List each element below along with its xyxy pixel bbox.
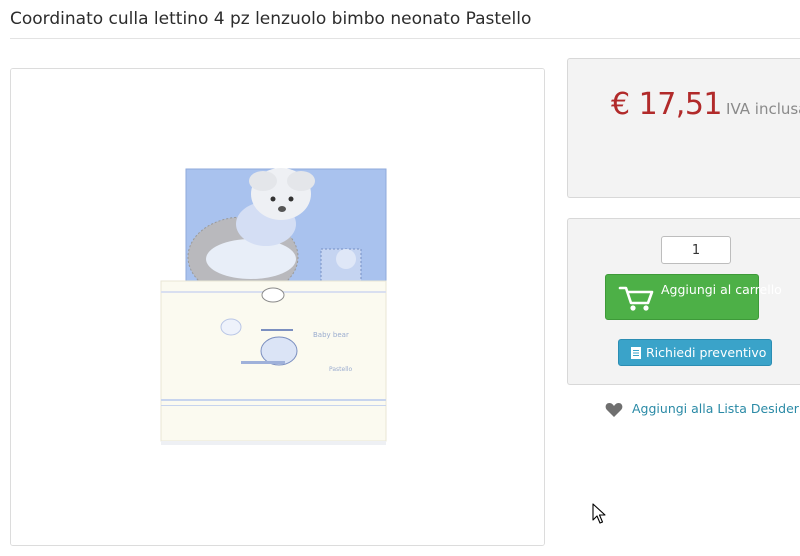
add-to-cart-label: Aggiungi al carrello xyxy=(661,282,782,297)
document-icon xyxy=(631,347,641,359)
svg-text:Pastello: Pastello xyxy=(329,366,353,373)
request-quote-label: Richiedi preventivo xyxy=(646,345,767,360)
add-to-cart-button[interactable]: Aggiungi al carrello xyxy=(605,274,782,320)
price-display: € 17,51 IVA inclusa xyxy=(611,87,800,122)
svg-text:Baby bear: Baby bear xyxy=(313,331,349,339)
product-title: Coordinato culla lettino 4 pz lenzuolo b… xyxy=(10,9,532,29)
cart-icon xyxy=(618,286,654,311)
title-divider xyxy=(10,38,800,39)
mouse-cursor-icon xyxy=(592,503,606,524)
vat-note: IVA inclusa xyxy=(726,100,800,118)
price-amount: € 17,51 xyxy=(611,87,723,122)
cart-panel: Aggiungi al carrello Richiedi preventivo xyxy=(567,218,800,385)
wishlist-label: Aggiungi alla Lista Desideri xyxy=(632,401,800,416)
request-quote-button[interactable]: Richiedi preventivo xyxy=(618,339,772,366)
product-image[interactable]: Baby bear Pastello xyxy=(11,69,544,545)
price-panel: € 17,51 IVA inclusa xyxy=(567,58,800,198)
heart-icon xyxy=(605,403,623,417)
product-image-frame: Baby bear Pastello xyxy=(10,68,545,546)
quantity-input[interactable] xyxy=(661,236,731,264)
